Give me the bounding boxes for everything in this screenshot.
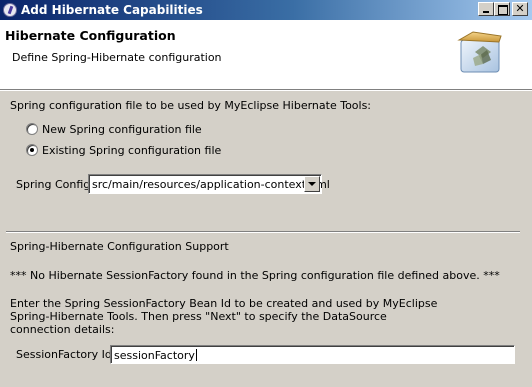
hibernate-wizard-icon [457,31,502,73]
new-spring-config-label[interactable]: New Spring configuration file [42,123,202,136]
eclipse-icon [3,3,17,17]
page-title: Hibernate Configuration [5,28,176,43]
text-caret [195,349,197,361]
maximize-button[interactable] [494,2,510,16]
support-heading: Spring-Hibernate Configuration Support [10,240,229,253]
close-button[interactable]: ✕ [512,2,528,16]
existing-spring-config-radio[interactable] [26,144,38,156]
no-session-factory-warning: *** No Hibernate SessionFactory found in… [10,269,500,282]
window-title: Add Hibernate Capabilities [21,3,203,17]
existing-spring-config-label[interactable]: Existing Spring configuration file [42,144,221,157]
spring-config-prompt: Spring configuration file to be used by … [10,99,372,112]
close-icon: ✕ [515,2,525,15]
wizard-header: Hibernate Configuration Define Spring-Hi… [0,20,532,89]
session-factory-value: sessionFactory [114,349,195,362]
instructions-line-2: Spring-Hibernate Tools. Then press "Next… [10,310,387,323]
minimize-button[interactable] [478,2,494,16]
instructions-line-1: Enter the Spring SessionFactory Bean Id … [10,297,438,310]
instructions-line-3: connection details: [10,323,115,336]
spring-config-combo[interactable]: src/main/resources/application-context.x… [88,174,330,194]
spring-config-value: src/main/resources/application-context.x… [92,178,330,191]
session-factory-input[interactable]: sessionFactory [110,345,515,364]
title-bar: Add Hibernate Capabilities ✕ [0,0,532,20]
new-spring-config-radio[interactable] [26,123,38,135]
spring-config-label: Spring Config: [16,178,94,191]
page-subtitle: Define Spring-Hibernate configuration [12,51,222,64]
session-factory-label: SessionFactory Id: [16,348,116,361]
chevron-down-icon[interactable] [304,176,320,192]
